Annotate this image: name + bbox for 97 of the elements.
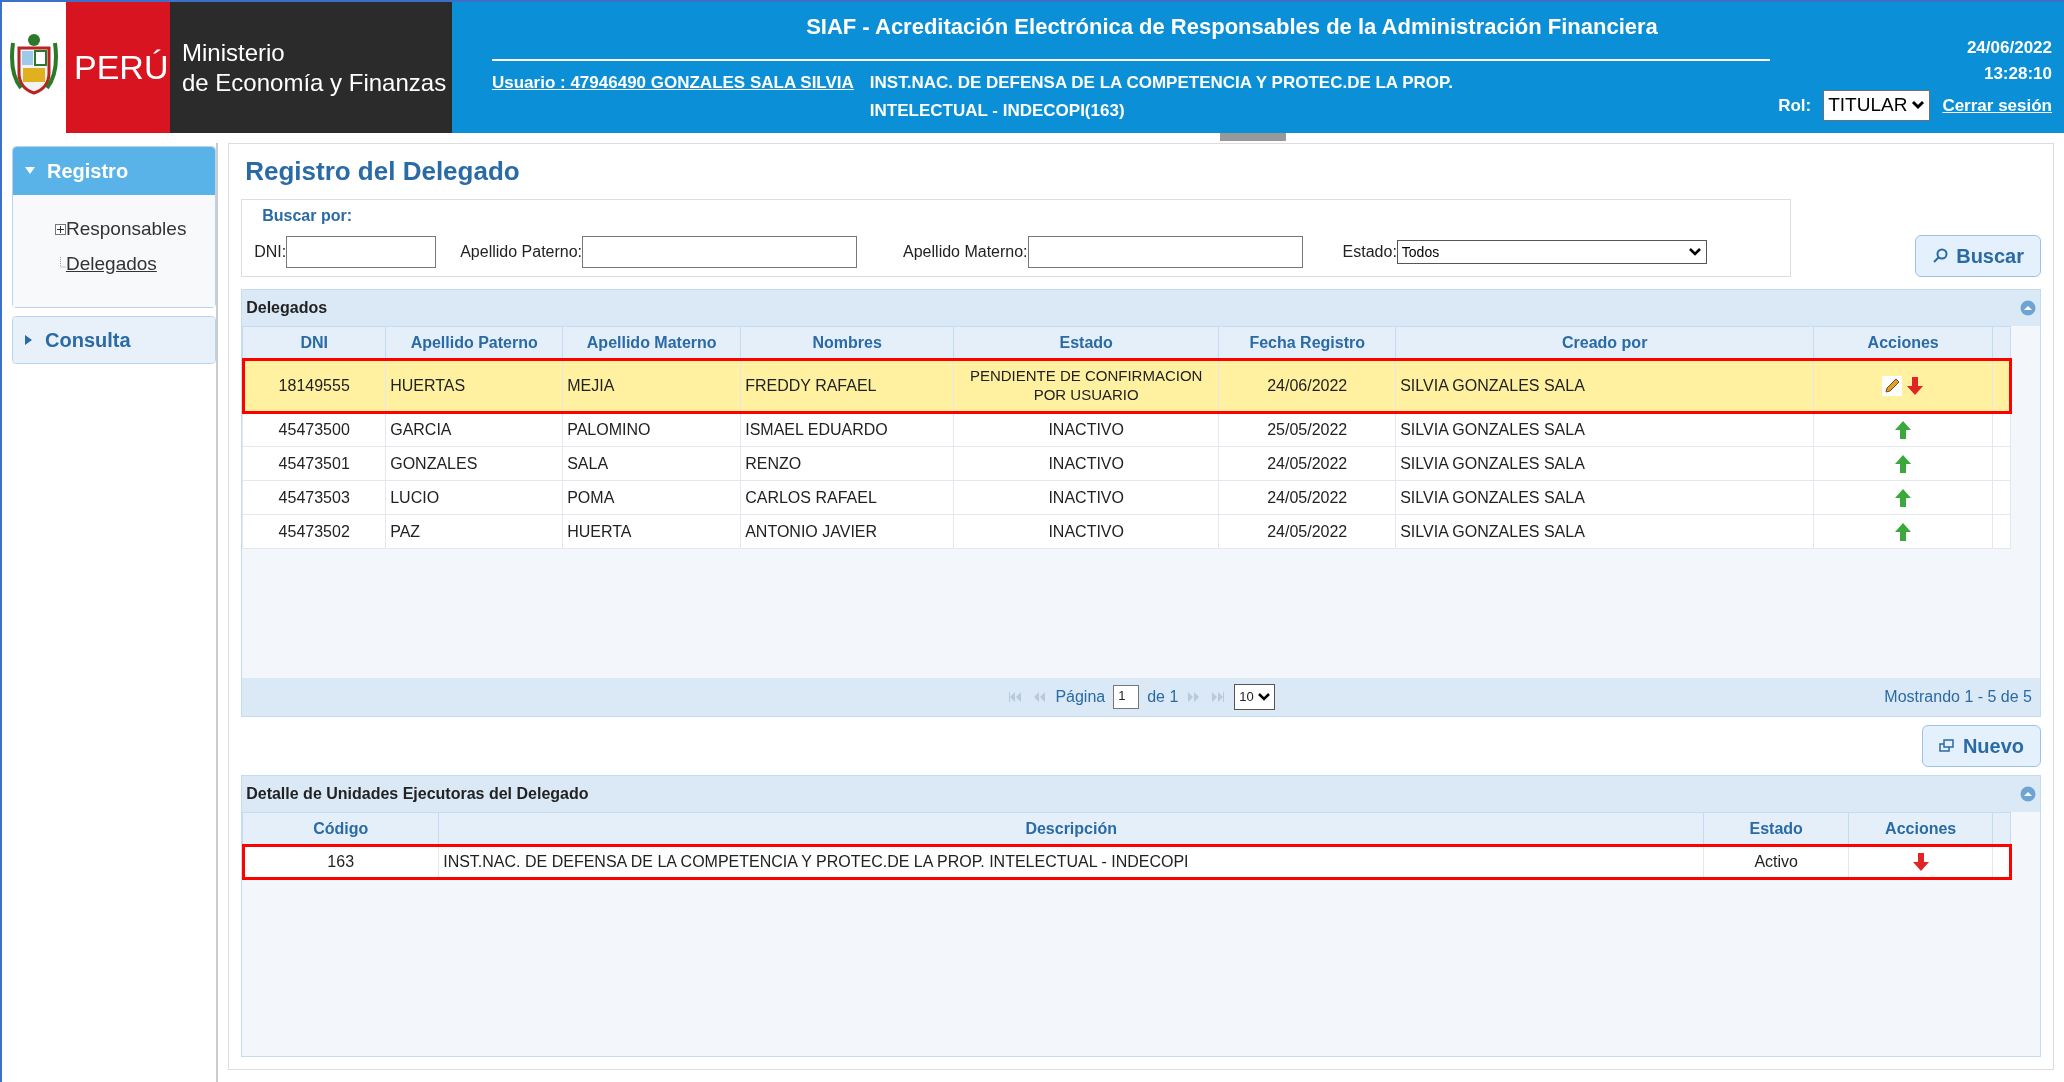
table-row[interactable]: 45473500 GARCIA PALOMINO ISMAEL EDUARDO INACTIVO 25/05/2022 SILVIA GONZALES SALA — [242, 412, 2011, 447]
table-cell: 45473502 — [242, 514, 386, 549]
table-cell: GONZALES — [385, 446, 563, 481]
table-cell: 24/05/2022 — [1218, 514, 1396, 549]
collapse-icon[interactable] — [2020, 786, 2036, 802]
page-label: Página — [1055, 687, 1106, 707]
page-title: Registro del Delegado — [244, 155, 521, 188]
results-summary: Mostrando 1 - 5 de 5 — [1884, 687, 2032, 707]
splitter-handle[interactable] — [1220, 133, 1286, 141]
tree-item-link[interactable]: Delegados — [66, 249, 157, 278]
search-button[interactable]: Buscar — [1915, 235, 2041, 277]
table-cell: 45473500 — [242, 412, 386, 447]
table-cell: INACTIVO — [953, 480, 1219, 515]
table-cell: POMA — [562, 480, 741, 515]
arrow-up-icon[interactable] — [1894, 419, 1913, 440]
column-header[interactable]: DNI — [242, 326, 386, 359]
table-cell: CARLOS RAFAEL — [740, 480, 954, 515]
table-cell: SILVIA GONZALES SALA — [1395, 514, 1814, 549]
table-cell: 45473501 — [242, 446, 386, 481]
user-link[interactable]: Usuario : 47946490 GONZALES SALA SILVIA — [492, 69, 854, 97]
pencil-icon[interactable] — [1882, 375, 1903, 396]
page-size-dropdown[interactable]: 10 — [1234, 684, 1275, 710]
table-row[interactable]: 45473502 PAZ HUERTA ANTONIO JAVIER INACTIVO 24/05/2022 SILVIA GONZALES SALA — [242, 514, 2011, 549]
input-field[interactable] — [582, 236, 858, 268]
arrow-up-icon[interactable] — [1894, 453, 1913, 474]
input-field[interactable] — [1027, 236, 1303, 268]
table-cell: LUCIO — [385, 480, 563, 515]
column-header[interactable]: Apellido Materno — [562, 326, 741, 359]
table-cell: INACTIVO — [953, 412, 1219, 447]
time-text: 13:28:10 — [1983, 62, 2052, 85]
caret-icon — [1911, 100, 1926, 111]
column-header[interactable]: Estado — [1703, 812, 1849, 845]
status-dropdown[interactable]: Todos — [1396, 240, 1707, 264]
logo-ministry-text: Ministerio — [182, 37, 286, 68]
table-row[interactable]: 45473501 GONZALES SALA RENZO INACTIVO 24/05/2022 SILVIA GONZALES SALA — [242, 446, 2011, 481]
table-cell: SILVIA GONZALES SALA — [1395, 412, 1814, 447]
input-field[interactable] — [286, 236, 437, 268]
column-header[interactable]: Estado — [953, 326, 1219, 359]
column-header[interactable]: Nombres — [740, 326, 954, 359]
column-header[interactable]: Código — [242, 812, 439, 845]
triangle-right-icon — [25, 335, 33, 345]
panel-title: Detalle de Unidades Ejecutoras del Delegado — [246, 784, 589, 804]
arrow-up-icon[interactable] — [1894, 521, 1913, 542]
new-button[interactable]: Nuevo — [1921, 725, 2041, 767]
search-icon — [1932, 248, 1949, 264]
table-row[interactable]: 18149555 HUERTAS MEJIA FREDDY RAFAEL PENDIENTE DE CONFIRMACION POR USUARIO 24/06/2022 SILVIA GONZALES SALA — [242, 358, 2011, 413]
field-label: Apellido Materno: — [903, 242, 1028, 262]
arrow-up-icon[interactable] — [1894, 487, 1913, 508]
new-window-icon — [1938, 739, 1955, 753]
table-cell: HUERTA — [562, 514, 741, 549]
table-cell: ISMAEL EDUARDO — [740, 412, 954, 447]
table-cell: INACTIVO — [953, 514, 1219, 549]
column-header[interactable]: Creado por — [1395, 326, 1814, 359]
app-title: SIAF - Acreditación Electrónica de Responsables de la Administración Financiera — [805, 13, 1659, 41]
table-cell: 45473503 — [242, 480, 386, 515]
field-label: Estado: — [1342, 242, 1397, 262]
arrow-down-icon[interactable] — [1906, 375, 1925, 396]
expand-plus-icon[interactable] — [55, 223, 66, 235]
table-cell: PAZ — [385, 514, 563, 549]
tree-item-link[interactable]: Responsables — [66, 215, 187, 244]
table-cell: 24/05/2022 — [1218, 446, 1396, 481]
date-text: 24/06/2022 — [1966, 37, 2052, 59]
table-cell: 24/05/2022 — [1218, 480, 1396, 515]
page-number-field[interactable]: 1 — [1113, 685, 1140, 709]
table-cell: SALA — [562, 446, 741, 481]
role-label: Rol: — [1778, 94, 1812, 117]
table-row[interactable]: 163 INST.NAC. DE DEFENSA DE LA COMPETENCIA Y PROTEC.DE LA PROP. INTELECTUAL - INDECOPI Activo — [242, 844, 2011, 879]
triangle-down-icon — [25, 167, 35, 175]
column-header[interactable]: Apellido Paterno — [385, 326, 563, 359]
sidebar-section-header[interactable]: Consulta — [13, 317, 216, 363]
column-header[interactable]: Fecha Registro — [1218, 326, 1396, 359]
column-header[interactable]: Acciones — [1813, 326, 1993, 359]
logo-ministry-text: de Economía y Finanzas — [182, 67, 447, 98]
table-cell: GARCIA — [385, 412, 563, 447]
collapse-icon[interactable] — [2020, 300, 2036, 316]
caret-icon — [1687, 247, 1702, 257]
table-cell: PALOMINO — [562, 412, 741, 447]
column-header[interactable]: Descripción — [438, 812, 1704, 845]
table-cell: INACTIVO — [953, 446, 1219, 481]
table-cell: ANTONIO JAVIER — [740, 514, 954, 549]
panel-title: Delegados — [246, 298, 328, 318]
table-cell: SILVIA GONZALES SALA — [1395, 446, 1814, 481]
field-label: Apellido Paterno: — [460, 242, 583, 262]
table-cell: 25/05/2022 — [1218, 412, 1396, 447]
arrow-down-icon[interactable] — [1911, 851, 1930, 872]
role-dropdown[interactable]: TITULAR — [1823, 90, 1931, 121]
caret-icon — [1257, 693, 1270, 701]
table-cell: RENZO — [740, 446, 954, 481]
logout-link[interactable]: Cerrar sesión — [1942, 92, 2052, 118]
table-cell: SILVIA GONZALES SALA — [1395, 480, 1814, 515]
logo-country-text: PERÚ — [74, 47, 169, 88]
institution-text: INST.NAC. DE DEFENSA DE LA COMPETENCIA Y PROTEC.DE LA PROP. INTELECTUAL - INDECOPI(163) — [869, 72, 1454, 122]
page-count-text: de 1 — [1147, 687, 1179, 707]
search-legend: Buscar por: — [262, 204, 1779, 228]
field-label: DNI: — [254, 242, 287, 262]
column-header[interactable]: Acciones — [1848, 812, 1993, 845]
table-row[interactable]: 45473503 LUCIO POMA CARLOS RAFAEL INACTIVO 24/05/2022 SILVIA GONZALES SALA — [242, 480, 2011, 515]
